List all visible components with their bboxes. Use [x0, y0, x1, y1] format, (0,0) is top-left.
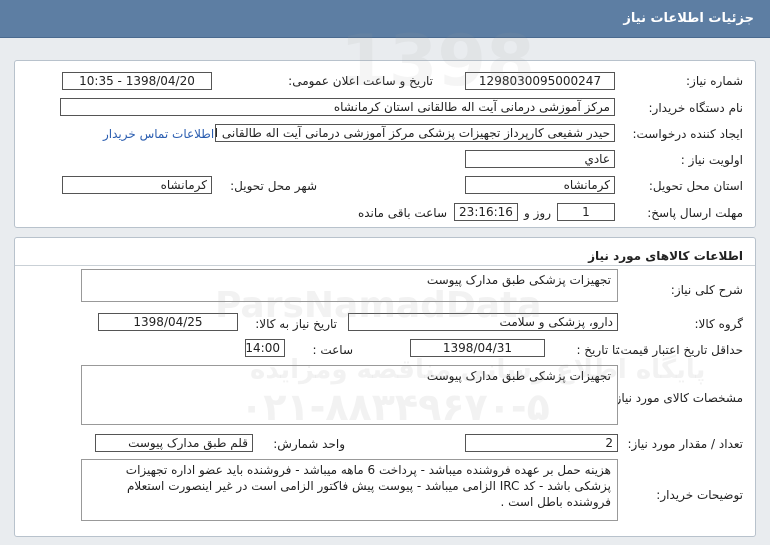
buyer-notes-field: هزینه حمل بر عهده فروشنده میباشد - پرداخ… — [81, 459, 618, 521]
spec-field: تجهیزات پزشکی طبق مدارک پیوست — [81, 365, 618, 425]
price-validity-label: حداقل تاریخ اعتبار قیمت: — [616, 343, 743, 357]
deadline-days-field: 1 — [557, 203, 615, 221]
remaining-label: ساعت باقی مانده — [357, 206, 447, 220]
deadline-label: مهلت ارسال پاسخ: — [647, 206, 743, 220]
summary-label: شرح کلی نیاز: — [670, 283, 743, 297]
buyer-notes-label: توضیحات خریدار: — [656, 488, 743, 502]
creator-label: ایجاد کننده درخواست: — [632, 127, 743, 141]
city-label: شهر محل تحویل: — [230, 179, 317, 193]
page-header: جزئیات اطلاعات نیاز — [0, 0, 770, 38]
buyer-label: نام دستگاه خریدار: — [648, 101, 744, 115]
buyer-contact-link[interactable]: اطلاعات تماس خریدار — [103, 127, 214, 141]
need-number-label: شماره نیاز: — [686, 74, 743, 88]
need-date-field: 1398/04/25 — [98, 313, 238, 331]
unit-field: قلم طبق مدارک پیوست — [95, 434, 253, 452]
need-date-label: تاریخ نیاز به کالا: — [255, 317, 337, 331]
goods-group-label: گروه کالا: — [694, 317, 744, 331]
section-divider — [15, 265, 755, 266]
spec-label: مشخصات کالای مورد نیاز: — [611, 391, 743, 405]
province-label: استان محل تحویل: — [648, 179, 743, 193]
need-number-field: 1298030095000247 — [465, 72, 615, 90]
priority-label: اولویت نیاز : — [680, 153, 743, 167]
goods-panel: اطلاعات کالاهای مورد نیاز شرح کلی نیاز: … — [14, 237, 756, 537]
day-and-label: روز و — [524, 206, 551, 220]
deadline-time-field: 23:16:16 — [454, 203, 518, 221]
until-date-field: 1398/04/31 — [410, 339, 545, 357]
goods-group-field: دارو، پزشکی و سلامت — [348, 313, 618, 331]
hour-field: 14:00 — [245, 339, 285, 357]
goods-section-title: اطلاعات کالاهای مورد نیاز — [588, 249, 743, 263]
quantity-field: 2 — [465, 434, 618, 452]
summary-field: تجهیزات پزشکی طبق مدارک پیوست — [81, 269, 618, 302]
creator-field: حیدر شفیعی کارپرداز تجهیزات پزشکی مرکز آ… — [215, 124, 615, 142]
priority-field: عادي — [465, 150, 615, 168]
unit-label: واحد شمارش: — [273, 437, 345, 451]
province-field: کرمانشاه — [465, 176, 615, 194]
page-title: جزئیات اطلاعات نیاز — [623, 11, 754, 26]
hour-label: ساعت : — [312, 343, 353, 357]
announce-field: 1398/04/20 - 10:35 — [62, 72, 212, 90]
quantity-label: تعداد / مقدار مورد نیاز: — [627, 437, 743, 451]
until-date-label: تا تاریخ : — [576, 343, 619, 357]
need-details-panel: شماره نیاز: 1298030095000247 تاریخ و ساع… — [14, 60, 756, 228]
buyer-field: مرکز آموزشی درمانی آیت اله طالقانی استان… — [60, 98, 615, 116]
announce-label: تاریخ و ساعت اعلان عمومی: — [288, 74, 433, 88]
city-field: کرمانشاه — [62, 176, 212, 194]
